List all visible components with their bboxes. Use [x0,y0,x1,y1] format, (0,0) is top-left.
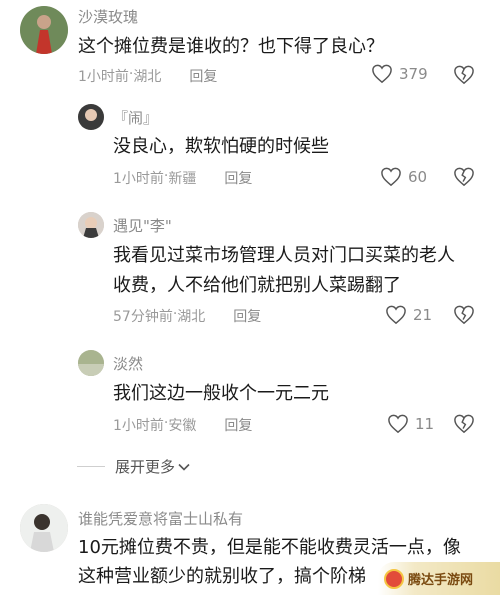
comment-text-line: 10元摊位费不贵，但是能不能收费灵活一点，像 [78,537,461,558]
comment-text-line: 收费，人不给他们就把别人菜踢翻了 [113,275,401,296]
heart-outline-icon [386,305,406,325]
dislike-button[interactable] [453,414,475,434]
comment-meta: 57分钟前 · 湖北 回复 [113,306,261,326]
avatar[interactable] [78,104,104,130]
avatar[interactable] [78,212,104,238]
comment-time: 57分钟前 [113,309,173,325]
expand-divider [77,466,105,467]
comment-location: 湖北 [177,309,206,325]
comment-author[interactable]: 『闹』 [113,107,158,128]
comment-text-line: 没良心，欺软怕硬的时候些 [113,136,329,157]
comment-text-line: 我们这边一般收个一元二元 [113,383,329,404]
comment-time: 1小时前 [113,171,164,187]
like-count: 11 [415,415,435,433]
comment-author[interactable]: 淡然 [113,353,143,374]
comment-text-line: 这种营业额少的就别收了，搞个阶梯 [78,566,366,587]
avatar[interactable] [78,350,104,376]
comment-meta: 1小时前 · 安徽 回复 [113,415,252,435]
like-count: 21 [413,306,433,324]
reply-button[interactable]: 回复 [189,66,217,86]
broken-heart-icon [454,414,474,434]
like-count: 379 [399,65,428,83]
expand-more-button[interactable]: 展开更多 [77,456,191,477]
watermark-badge: 腾达手游网 [378,562,500,595]
broken-heart-icon [454,65,474,85]
expand-label: 展开更多 [115,458,176,476]
like-button[interactable]: 11 [387,414,434,434]
like-button[interactable]: 379 [371,64,428,84]
reply-button[interactable]: 回复 [233,306,261,326]
like-count: 60 [408,168,428,186]
like-button[interactable]: 60 [380,167,427,187]
comment-location: 湖北 [133,69,162,85]
dislike-button[interactable] [453,65,475,85]
comment-time: 1小时前 [113,418,164,434]
comment-location: 安徽 [168,418,197,434]
dislike-button[interactable] [453,167,475,187]
reply-button[interactable]: 回复 [224,168,252,188]
avatar[interactable] [20,504,68,552]
avatar[interactable] [20,6,68,54]
reply-button[interactable]: 回复 [224,415,252,435]
comment-text-line: 我看见过菜市场管理人员对门口买菜的老人 [113,245,455,266]
comment-author[interactable]: 沙漠玫瑰 [78,6,138,27]
broken-heart-icon [454,167,474,187]
heart-outline-icon [381,167,401,187]
comment-text-line: 这个摊位费是谁收的？也下得了良心？ [78,36,384,57]
heart-outline-icon [388,414,408,434]
watermark-text: 腾达手游网 [408,573,474,588]
watermark-logo-icon [384,568,404,589]
chevron-down-icon [178,463,190,471]
broken-heart-icon [454,305,474,325]
comment-meta: 1小时前 · 湖北 回复 [78,66,217,86]
comment-location: 新疆 [168,171,197,187]
like-button[interactable]: 21 [385,305,432,325]
heart-outline-icon [372,64,392,84]
dislike-button[interactable] [453,305,475,325]
comment-author[interactable]: 遇见"李" [113,215,172,236]
comment-author[interactable]: 谁能凭爱意将富士山私有 [78,508,243,529]
comment-time: 1小时前 [78,69,129,85]
comment-meta: 1小时前 · 新疆 回复 [113,168,252,188]
